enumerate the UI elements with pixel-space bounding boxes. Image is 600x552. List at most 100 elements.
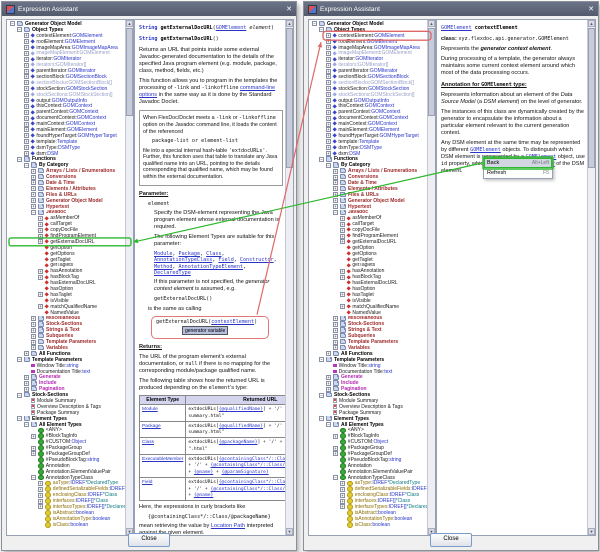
tree-toggle-icon[interactable]: + <box>326 145 331 150</box>
tree-toggle-icon[interactable]: + <box>38 292 43 297</box>
tree-toggle-icon[interactable]: + <box>326 375 331 380</box>
doc-link[interactable]: {@containingClass*/::Class/@packageName} <box>219 480 294 485</box>
tree-toggle-icon[interactable]: + <box>31 175 36 180</box>
close-icon[interactable]: ✕ <box>588 6 594 13</box>
tree-toggle-icon[interactable]: + <box>326 133 331 138</box>
tree-toggle-icon[interactable]: + <box>31 328 36 333</box>
tree-toggle-icon[interactable]: + <box>326 122 331 127</box>
doc-link[interactable]: {@packageName} <box>219 440 258 445</box>
documentation-panel[interactable]: GOMElement contextElementclass: xyz.flex… <box>436 19 596 536</box>
tree-toggle-icon[interactable]: + <box>24 86 29 91</box>
doc-scrollbar[interactable]: ▲ ▼ <box>285 20 293 535</box>
doc-link[interactable]: ExecutableMember <box>142 457 183 462</box>
tree-toggle-icon[interactable]: + <box>38 504 43 509</box>
tree-toggle-icon[interactable]: + <box>326 116 331 121</box>
tree-toggle-icon[interactable]: + <box>340 228 345 233</box>
doc-link[interactable]: Class <box>142 440 154 445</box>
tree-toggle-icon[interactable]: − <box>17 393 22 398</box>
doc-link[interactable]: AnnotationTypeElement <box>179 264 243 270</box>
tree-toggle-icon[interactable]: + <box>333 451 338 456</box>
tree-toggle-icon[interactable]: + <box>38 269 43 274</box>
tree-toggle-icon[interactable]: + <box>24 33 29 38</box>
tree-toggle-icon[interactable]: + <box>31 316 36 321</box>
tree-toggle-icon[interactable]: + <box>340 234 345 239</box>
doc-link[interactable]: Package <box>179 251 200 257</box>
scrollbar-thumb[interactable] <box>126 28 133 116</box>
tree-toggle-icon[interactable]: + <box>333 446 338 451</box>
doc-link[interactable]: Module <box>154 251 172 257</box>
close-button[interactable]: Close <box>430 533 472 547</box>
doc-link[interactable]: GOMElement <box>216 25 247 31</box>
tree-toggle-icon[interactable]: + <box>38 222 43 227</box>
tree-toggle-icon[interactable]: + <box>31 334 36 339</box>
tree-toggle-icon[interactable]: + <box>326 351 331 356</box>
tree-toggle-icon[interactable]: + <box>24 151 29 156</box>
tree-toggle-icon[interactable]: + <box>24 57 29 62</box>
tree-toggle-icon[interactable]: + <box>326 51 331 56</box>
tree-toggle-icon[interactable]: + <box>326 39 331 44</box>
tree-toggle-icon[interactable]: − <box>31 475 36 480</box>
scroll-up-icon[interactable]: ▲ <box>286 20 293 27</box>
tree-toggle-icon[interactable]: + <box>340 239 345 244</box>
tree-toggle-icon[interactable]: + <box>340 304 345 309</box>
tree-toggle-icon[interactable]: + <box>333 340 338 345</box>
tree-toggle-icon[interactable]: + <box>31 169 36 174</box>
tree-toggle-icon[interactable]: + <box>340 275 345 280</box>
tree-toggle-icon[interactable]: + <box>38 216 43 221</box>
tree-toggle-icon[interactable]: + <box>24 51 29 56</box>
tree-toggle-icon[interactable]: + <box>326 63 331 68</box>
tree-toggle-icon[interactable]: + <box>31 192 36 197</box>
doc-scrollbar[interactable]: ▲ ▼ <box>587 20 595 535</box>
tree-toggle-icon[interactable]: + <box>333 180 338 185</box>
tree-toggle-icon[interactable]: + <box>333 192 338 197</box>
tree-toggle-icon[interactable]: + <box>333 345 338 350</box>
tree-toggle-icon[interactable]: + <box>326 57 331 62</box>
tree-toggle-icon[interactable]: + <box>333 328 338 333</box>
tree-toggle-icon[interactable]: − <box>17 416 22 421</box>
tree-toggle-icon[interactable]: − <box>333 475 338 480</box>
tree-toggle-icon[interactable]: + <box>38 499 43 504</box>
tree-toggle-icon[interactable]: + <box>326 381 331 386</box>
tree-toggle-icon[interactable]: + <box>38 228 43 233</box>
scroll-up-icon[interactable]: ▲ <box>588 20 595 27</box>
doc-link[interactable]: DeclaredType <box>154 270 191 276</box>
tree-toggle-icon[interactable]: + <box>326 387 331 392</box>
tree-toggle-icon[interactable]: + <box>24 104 29 109</box>
tree-toggle-icon[interactable]: + <box>333 334 338 339</box>
close-icon[interactable]: ✕ <box>286 6 292 13</box>
tree-toggle-icon[interactable]: + <box>340 493 345 498</box>
tree-toggle-icon[interactable]: + <box>31 340 36 345</box>
tree-toggle-icon[interactable]: + <box>326 104 331 109</box>
tree-toggle-icon[interactable]: + <box>340 269 345 274</box>
tree-toggle-icon[interactable]: + <box>333 322 338 327</box>
tree-toggle-icon[interactable]: + <box>333 434 338 439</box>
tree-toggle-icon[interactable]: − <box>319 393 324 398</box>
tree-toggle-icon[interactable]: − <box>312 21 317 26</box>
doc-link[interactable]: {@paramSignature} <box>222 470 269 475</box>
tree-toggle-icon[interactable]: + <box>24 116 29 121</box>
tree-toggle-icon[interactable]: + <box>38 481 43 486</box>
tree-toggle-icon[interactable]: + <box>340 481 345 486</box>
doc-link[interactable]: AnnotationTypeClass <box>154 257 212 263</box>
tree-toggle-icon[interactable]: + <box>24 145 29 150</box>
doc-link[interactable]: {@qualifiedName} <box>219 407 263 412</box>
doc-link[interactable]: Method <box>154 264 172 270</box>
close-button[interactable]: Close <box>128 533 170 547</box>
tree-toggle-icon[interactable]: + <box>333 204 338 209</box>
tree-toggle-icon[interactable]: + <box>326 98 331 103</box>
tree-toggle-icon[interactable]: + <box>326 69 331 74</box>
tree-toggle-icon[interactable]: + <box>31 434 36 439</box>
scroll-up-icon[interactable]: ▲ <box>126 20 133 27</box>
tree-scrollbar[interactable]: ▲ ▼ <box>427 20 435 535</box>
tree-toggle-icon[interactable]: + <box>31 198 36 203</box>
tree-toggle-icon[interactable]: − <box>333 210 338 215</box>
tree-toggle-icon[interactable]: + <box>38 239 43 244</box>
doc-link[interactable]: GOMElement <box>470 147 501 153</box>
tree-toggle-icon[interactable]: − <box>10 21 15 26</box>
tree-toggle-icon[interactable]: + <box>24 110 29 115</box>
tree-toggle-icon[interactable]: − <box>17 157 22 162</box>
expression-tree-panel[interactable]: −Generator Object Model−Object Types+con… <box>6 19 134 536</box>
scrollbar-thumb[interactable] <box>286 28 293 168</box>
tree-toggle-icon[interactable]: + <box>38 487 43 492</box>
tree-toggle-icon[interactable]: + <box>24 80 29 85</box>
